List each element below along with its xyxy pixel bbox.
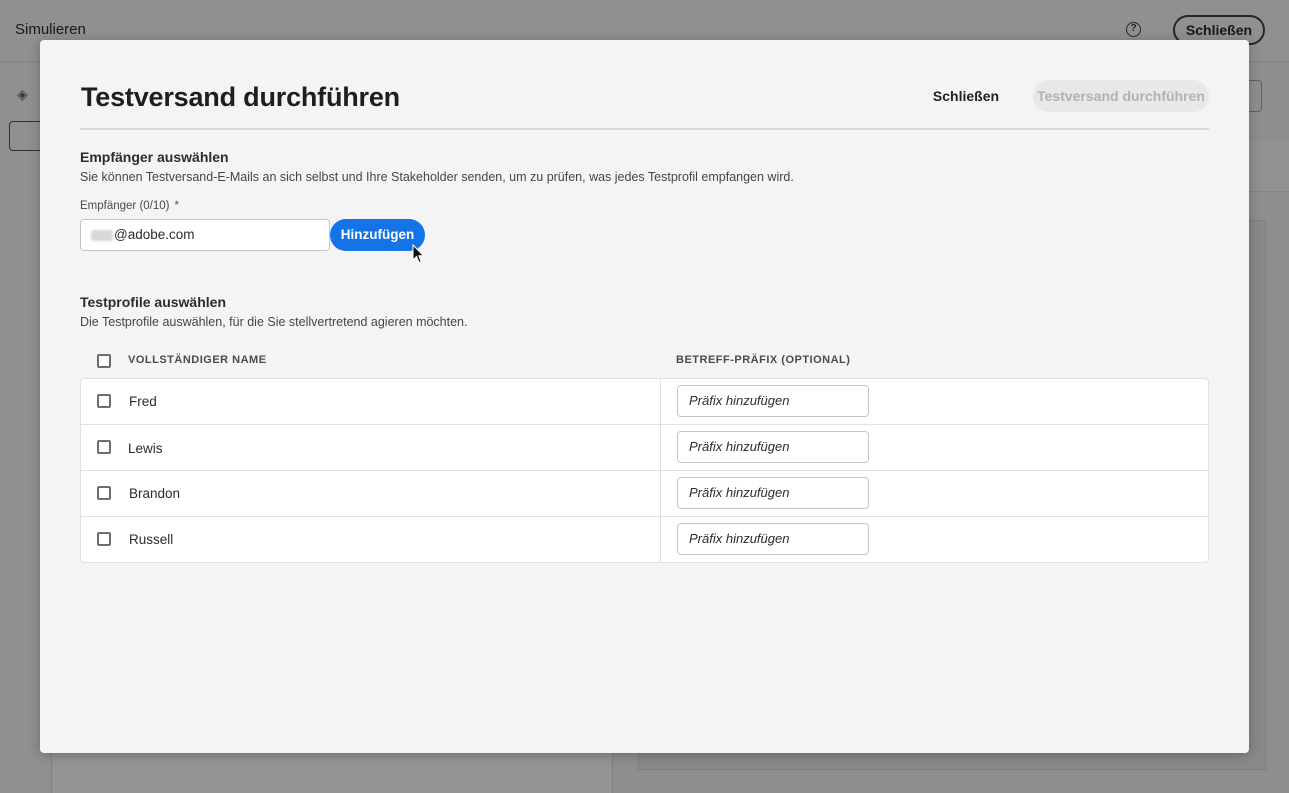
recipients-description: Sie können Testversand-E-Mails an sich s… xyxy=(80,170,794,184)
profiles-heading: Testprofile auswählen xyxy=(80,294,226,310)
column-header-name: VOLLSTÄNDIGER NAME xyxy=(128,354,267,366)
subject-prefix-input[interactable]: Präfix hinzufügen xyxy=(677,523,869,555)
column-header-prefix: BETREFF-PRÄFIX (OPTIONAL) xyxy=(676,354,851,366)
row-checkbox[interactable] xyxy=(97,486,111,500)
dialog-close-button[interactable]: Schließen xyxy=(924,80,1008,112)
column-separator xyxy=(660,425,661,471)
recipients-heading: Empfänger auswählen xyxy=(80,149,229,165)
profile-name: Brandon xyxy=(129,486,181,501)
profiles-table: Fred Präfix hinzufügen Lewis Präfix hinz… xyxy=(80,378,1209,563)
profile-name: Lewis xyxy=(128,441,163,456)
profile-name: Fred xyxy=(129,394,157,409)
subject-prefix-input[interactable]: Präfix hinzufügen xyxy=(677,385,869,417)
add-recipient-button[interactable]: Hinzufügen xyxy=(330,219,425,251)
table-row: Fred Präfix hinzufügen xyxy=(81,379,1208,425)
table-row: Lewis Präfix hinzufügen xyxy=(81,425,1208,471)
dialog-title: Testversand durchführen xyxy=(81,82,400,112)
profile-name: Russell xyxy=(129,532,174,547)
recipient-email-input[interactable]: @adobe.com xyxy=(80,219,330,251)
select-all-checkbox[interactable] xyxy=(97,354,111,368)
subject-prefix-input[interactable]: Präfix hinzufügen xyxy=(677,477,869,509)
table-row: Russell Präfix hinzufügen xyxy=(81,517,1208,562)
recipients-field-label: Empfänger (0/10) * xyxy=(80,200,179,212)
column-separator xyxy=(660,517,661,562)
subject-prefix-input[interactable]: Präfix hinzufügen xyxy=(677,431,869,463)
run-test-send-button[interactable]: Testversand durchführen xyxy=(1033,80,1209,112)
row-checkbox[interactable] xyxy=(97,440,111,454)
required-marker: * xyxy=(174,200,179,212)
row-checkbox[interactable] xyxy=(97,394,111,408)
header-divider xyxy=(80,128,1209,130)
profiles-description: Die Testprofile auswählen, für die Sie s… xyxy=(80,315,468,329)
recipients-label-text: Empfänger (0/10) xyxy=(80,200,170,212)
mouse-cursor-icon xyxy=(412,244,425,264)
column-separator xyxy=(660,379,661,425)
column-separator xyxy=(660,471,661,517)
email-domain: @adobe.com xyxy=(114,227,195,242)
blurred-username xyxy=(91,229,113,241)
row-checkbox[interactable] xyxy=(97,532,111,546)
test-send-dialog: Testversand durchführen Schließen Testve… xyxy=(40,40,1249,753)
table-row: Brandon Präfix hinzufügen xyxy=(81,471,1208,517)
